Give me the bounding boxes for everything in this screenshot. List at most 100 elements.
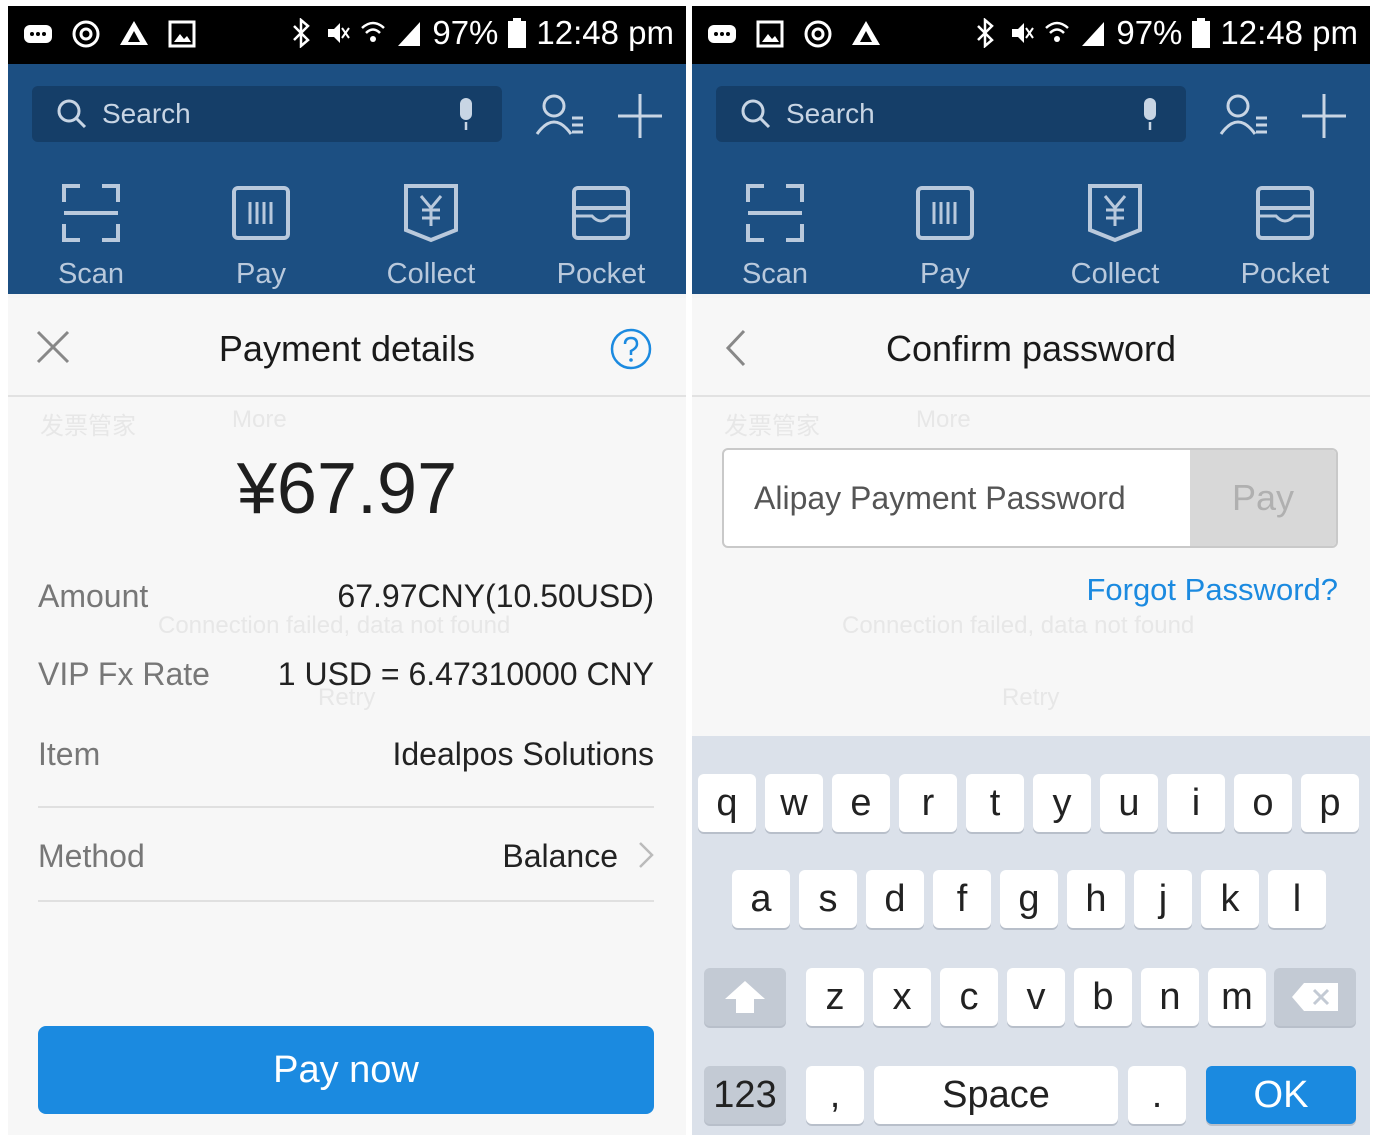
key-k[interactable]: k: [1201, 870, 1259, 928]
ok-key[interactable]: OK: [1206, 1066, 1356, 1124]
numbers-key[interactable]: 123: [704, 1066, 786, 1124]
pay-now-button[interactable]: Pay now: [38, 1026, 654, 1114]
ghost-more-label: More: [232, 406, 287, 433]
ghost-app-label: 发票管家: [40, 413, 136, 440]
chevron-right-icon: [639, 842, 654, 868]
search-icon: [57, 99, 87, 129]
microphone-icon[interactable]: [454, 96, 478, 132]
key-r[interactable]: r: [899, 774, 957, 832]
key-m[interactable]: m: [1208, 968, 1266, 1026]
sync-icon: [72, 20, 100, 48]
app-header: Search Scan Pay Collect Pocket: [8, 64, 686, 294]
key-s[interactable]: s: [799, 870, 857, 928]
pocket-button[interactable]: Pocket: [546, 182, 656, 291]
pocket-icon: [572, 186, 630, 240]
yuan-collect-icon: [404, 184, 458, 243]
scan-button[interactable]: Scan: [36, 182, 146, 291]
collect-button[interactable]: Collect: [1060, 182, 1170, 291]
scan-label: Scan: [741, 258, 809, 290]
key-h[interactable]: h: [1067, 870, 1125, 928]
shift-key[interactable]: [704, 968, 786, 1026]
add-icon[interactable]: [614, 90, 666, 142]
key-w[interactable]: w: [765, 774, 823, 832]
comma-key[interactable]: ,: [806, 1066, 864, 1124]
space-key[interactable]: Space: [874, 1066, 1118, 1124]
key-a[interactable]: a: [732, 870, 790, 928]
message-icon: [708, 25, 736, 43]
microphone-icon[interactable]: [1138, 96, 1162, 132]
confirm-password-screen: 97% 12:48 pm Search Scan Pay Collect Poc…: [692, 6, 1370, 1135]
search-placeholder: Search: [102, 98, 191, 129]
search-icon: [741, 99, 771, 129]
barcode-icon: [232, 186, 290, 240]
forgot-password-link[interactable]: Forgot Password?: [1086, 572, 1338, 608]
period-key[interactable]: .: [1128, 1066, 1186, 1124]
key-c[interactable]: c: [940, 968, 998, 1026]
method-row[interactable]: Method Balance: [38, 838, 654, 878]
key-z[interactable]: z: [806, 968, 864, 1026]
header-divider: [8, 395, 686, 397]
key-q[interactable]: q: [698, 774, 756, 832]
key-n[interactable]: n: [1141, 968, 1199, 1026]
key-e[interactable]: e: [832, 774, 890, 832]
key-v[interactable]: v: [1007, 968, 1065, 1026]
key-l[interactable]: l: [1268, 870, 1326, 928]
password-input[interactable]: [724, 450, 1190, 546]
contacts-icon[interactable]: [534, 90, 586, 142]
key-y[interactable]: y: [1033, 774, 1091, 832]
password-field-group: Pay: [722, 448, 1338, 548]
key-b[interactable]: b: [1074, 968, 1132, 1026]
pocket-button[interactable]: Pocket: [1230, 182, 1340, 291]
fx-rate-label: VIP Fx Rate: [38, 656, 210, 692]
key-j[interactable]: j: [1134, 870, 1192, 928]
pocket-label: Pocket: [556, 258, 646, 290]
mute-icon: [1012, 23, 1035, 43]
amount-label: Amount: [38, 578, 149, 614]
search-bar[interactable]: Search: [716, 86, 1186, 142]
drive-icon: [852, 21, 880, 45]
key-u[interactable]: u: [1100, 774, 1158, 832]
pay-label: Pay: [236, 258, 286, 290]
pay-button-disabled[interactable]: Pay: [1190, 450, 1336, 546]
collect-button[interactable]: Collect: [376, 182, 486, 291]
status-bar: 97% 12:48 pm: [8, 6, 686, 64]
key-f[interactable]: f: [933, 870, 991, 928]
header-divider: [692, 395, 1370, 397]
pay-button[interactable]: Pay: [206, 182, 316, 291]
key-t[interactable]: t: [966, 774, 1024, 832]
backspace-key[interactable]: [1274, 968, 1356, 1026]
signal-icon: [398, 22, 421, 46]
bluetooth-icon: [977, 18, 995, 48]
collect-label: Collect: [1070, 258, 1160, 290]
pocket-label: Pocket: [1240, 258, 1330, 290]
ghost-retry-text: Retry: [1002, 684, 1060, 711]
add-icon[interactable]: [1298, 90, 1350, 142]
on-screen-keyboard: q w e r t y u i o p a s d f g h j k l z …: [692, 736, 1370, 1135]
fx-rate-value: 1 USD = 6.47310000 CNY: [277, 656, 654, 692]
pay-label: Pay: [920, 258, 970, 290]
ghost-app-label: 发票管家: [724, 413, 820, 440]
pocket-icon: [1256, 186, 1314, 240]
ghost-error-text: Connection failed, data not found: [842, 612, 1195, 639]
help-icon[interactable]: [610, 328, 652, 370]
drive-icon: [120, 21, 148, 45]
scan-label: Scan: [57, 258, 125, 290]
amount-value: 67.97CNY(10.50USD): [337, 578, 654, 614]
key-p[interactable]: p: [1301, 774, 1359, 832]
pay-button[interactable]: Pay: [890, 182, 1000, 291]
mute-icon: [328, 23, 351, 43]
clock-time: 12:48 pm: [1220, 14, 1358, 51]
scan-button[interactable]: Scan: [720, 182, 830, 291]
key-d[interactable]: d: [866, 870, 924, 928]
gallery-icon: [168, 20, 196, 48]
key-x[interactable]: x: [873, 968, 931, 1026]
wifi-icon: [1045, 21, 1070, 42]
key-g[interactable]: g: [1000, 870, 1058, 928]
ghost-more-label: More: [916, 406, 971, 433]
ghost-error-text: Connection failed, data not found: [158, 612, 511, 639]
yuan-collect-icon: [1088, 184, 1142, 243]
search-bar[interactable]: Search: [32, 86, 502, 142]
contacts-icon[interactable]: [1218, 90, 1270, 142]
key-i[interactable]: i: [1167, 774, 1225, 832]
key-o[interactable]: o: [1234, 774, 1292, 832]
